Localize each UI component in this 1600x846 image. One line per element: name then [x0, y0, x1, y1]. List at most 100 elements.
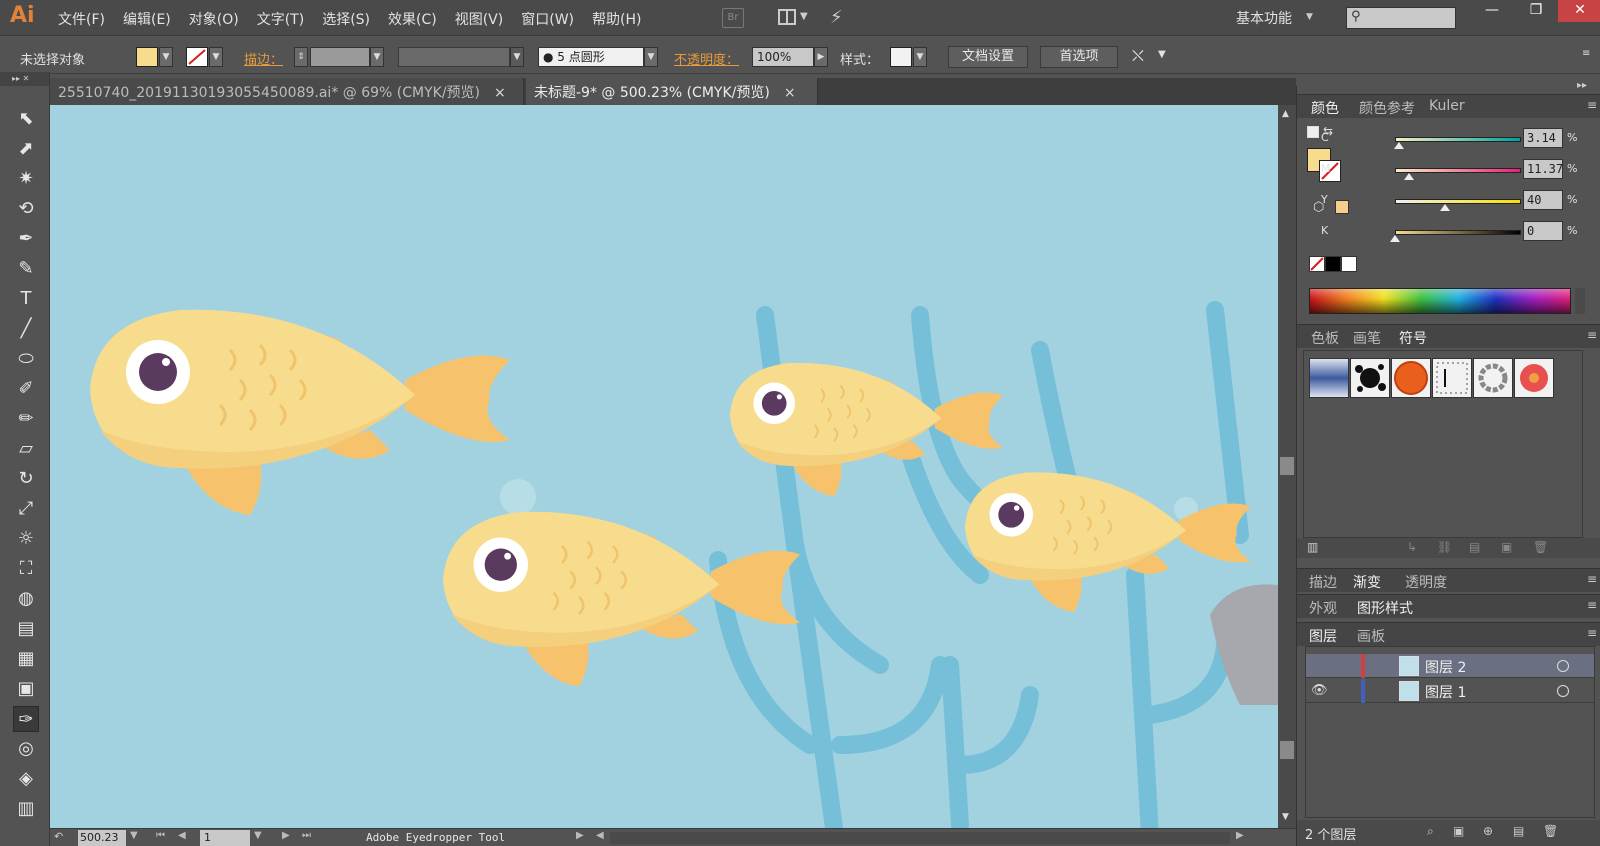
eraser-tool[interactable]: ▱ — [13, 436, 39, 462]
menu-select[interactable]: 选择(S) — [322, 9, 370, 29]
last-page-button[interactable]: ⏭ — [302, 830, 311, 841]
brush-dropdown[interactable]: ▼ — [644, 47, 658, 67]
trash-icon[interactable]: 🗑 — [1543, 824, 1558, 838]
stroke-label[interactable]: 描边： — [244, 49, 283, 68]
page-field[interactable]: 1 — [200, 830, 250, 846]
menu-type[interactable]: 文字(T) — [257, 9, 304, 29]
first-page-button[interactable]: ⏮ — [156, 830, 165, 841]
fill-swatch[interactable] — [136, 47, 158, 67]
place-symbol-icon[interactable]: ↳ — [1407, 540, 1417, 554]
tab-swatches[interactable]: 色板 — [1311, 328, 1339, 348]
symbol-orange-button[interactable] — [1391, 358, 1431, 398]
eyedropper-tool[interactable]: ✑ — [13, 706, 39, 732]
bridge-button[interactable]: Br — [722, 8, 744, 28]
isolate-icon[interactable]: ⛌ — [1132, 46, 1144, 66]
ellipse-tool[interactable]: ⬭ — [13, 346, 39, 372]
panel-menu-icon[interactable]: ≡ — [1582, 48, 1590, 59]
direct-selection-tool[interactable]: ⬈ — [13, 136, 39, 162]
slider-knob[interactable] — [1390, 235, 1400, 242]
preferences-button[interactable]: 首选项 — [1040, 46, 1118, 68]
selection-tool[interactable]: ⬉ — [13, 106, 39, 132]
chevron-up-icon[interactable]: ▲ — [1282, 109, 1289, 119]
profile-dropdown[interactable]: ▼ — [510, 47, 524, 67]
scroll-right-icon[interactable]: ▶ — [1236, 830, 1244, 841]
menu-help[interactable]: 帮助(H) — [592, 9, 641, 29]
tab-color-guide[interactable]: 颜色参考 — [1359, 98, 1415, 118]
fill-dropdown[interactable]: ▼ — [159, 47, 173, 67]
collapse-icon[interactable]: ▸▸ — [1577, 80, 1587, 91]
zoom-field[interactable]: 500.23 — [78, 830, 126, 846]
zoom-dropdown[interactable]: ▼ — [130, 830, 138, 841]
chevron-down-icon[interactable]: ▼ — [1282, 812, 1289, 822]
tab-artboards[interactable]: 画板 — [1357, 626, 1385, 646]
break-link-icon[interactable]: ⛓ — [1437, 540, 1452, 554]
curvature-tool[interactable]: ✎ — [13, 256, 39, 282]
graph-tool[interactable]: ▤ — [13, 616, 39, 642]
tab-kuler[interactable]: Kuler — [1429, 98, 1465, 114]
brush-definition[interactable]: ● 5 点圆形 — [538, 47, 644, 67]
menu-file[interactable]: 文件(F) — [58, 9, 105, 29]
new-symbol-icon[interactable]: ▣ — [1501, 540, 1512, 554]
minimize-button[interactable]: — — [1470, 0, 1514, 22]
prev-page-button[interactable]: ◀ — [178, 830, 186, 841]
restore-button[interactable]: ❐ — [1514, 0, 1558, 22]
symbol-dotted-frame[interactable] — [1432, 358, 1472, 398]
slider-value-field[interactable]: 3.14 — [1523, 128, 1563, 148]
target-icon[interactable] — [1557, 660, 1569, 672]
style-swatch[interactable] — [890, 47, 912, 67]
slider-value-field[interactable]: 0 — [1523, 221, 1563, 241]
variable-width-profile[interactable] — [398, 47, 510, 67]
tab-appearance[interactable]: 外观 — [1309, 598, 1337, 618]
arrange-documents-icon[interactable] — [778, 9, 796, 25]
document-setup-button[interactable]: 文档设置 — [948, 46, 1028, 68]
chevron-down-icon[interactable]: ▼ — [800, 11, 808, 22]
slider-track[interactable] — [1395, 168, 1521, 173]
tab-layers[interactable]: 图层 — [1309, 626, 1337, 646]
symbol-options-icon[interactable]: ▤ — [1469, 540, 1480, 554]
scroll-left-icon[interactable]: ◀ — [596, 830, 604, 841]
tools-panel-header[interactable]: ▸▸ ✕ — [0, 72, 49, 86]
layer-name[interactable]: 图层 1 — [1425, 682, 1466, 702]
slider-knob[interactable] — [1393, 142, 1404, 149]
symbol-libraries-icon[interactable]: ▥ — [1307, 540, 1318, 554]
tab-transparency[interactable]: 透明度 — [1405, 572, 1447, 592]
panel-menu-icon[interactable]: ≡ — [1587, 626, 1597, 640]
free-transform-tool[interactable]: ⛶ — [13, 556, 39, 582]
blend-tool[interactable]: ◎ — [13, 736, 39, 762]
slider-track[interactable] — [1395, 137, 1521, 142]
eye-icon[interactable]: 👁 — [1311, 683, 1328, 698]
shape-builder-tool[interactable]: ◍ — [13, 586, 39, 612]
menu-view[interactable]: 视图(V) — [455, 9, 504, 29]
panel-menu-icon[interactable]: ≡ — [1587, 98, 1597, 112]
paintbrush-tool[interactable]: ✐ — [13, 376, 39, 402]
symbol-sprayer-tool[interactable]: ◈ — [13, 766, 39, 792]
menu-object[interactable]: 对象(O) — [189, 9, 239, 29]
slider-value-field[interactable]: 40 — [1523, 190, 1563, 210]
type-tool[interactable]: T — [13, 286, 39, 312]
rotate-tool[interactable]: ↻ — [13, 466, 39, 492]
close-icon[interactable]: × — [784, 85, 796, 101]
artboard-canvas[interactable] — [50, 105, 1278, 828]
vertical-scrollbar[interactable]: ▲ ▼ — [1278, 105, 1296, 828]
trash-icon[interactable]: 🗑 — [1533, 540, 1548, 554]
tab-graphic-styles[interactable]: 图形样式 — [1357, 598, 1413, 618]
chevron-down-icon[interactable]: ▼ — [1306, 12, 1313, 22]
none-swatch[interactable] — [1309, 256, 1325, 272]
next-page-button[interactable]: ▶ — [282, 830, 290, 841]
magic-wand-tool[interactable]: ✷ — [13, 166, 39, 192]
search-input[interactable]: ⚲ — [1346, 7, 1456, 29]
slider-track[interactable] — [1395, 230, 1521, 235]
symbol-blue-banner[interactable] — [1309, 358, 1349, 398]
tab-document-1[interactable]: 25510740_20191130193055450089.ai* @ 69% … — [50, 78, 524, 105]
panel-scrollbar[interactable] — [1575, 288, 1585, 314]
opacity-label[interactable]: 不透明度： — [674, 49, 739, 68]
stroke-weight-field[interactable] — [310, 47, 370, 67]
symbol-ink-splat[interactable] — [1350, 358, 1390, 398]
status-menu-icon[interactable]: ▶ — [576, 830, 584, 841]
slider-value-field[interactable]: 11.37 — [1523, 159, 1563, 179]
layer-row[interactable]: 👁 图层 1 — [1305, 679, 1595, 703]
pencil-tool[interactable]: ✏ — [13, 406, 39, 432]
opacity-field[interactable]: 100% — [752, 47, 814, 67]
gradient-tool[interactable]: ▣ — [13, 676, 39, 702]
scroll-thumb[interactable] — [1280, 741, 1294, 759]
